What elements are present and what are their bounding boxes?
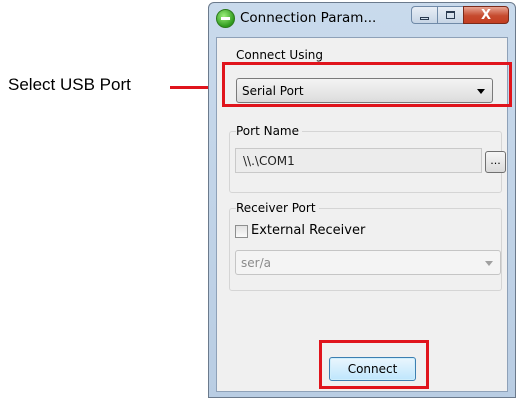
minimize-icon [420,16,429,20]
select-usb-port-callout: Select USB Port [8,75,131,94]
close-icon: X [480,7,492,23]
external-receiver-checkbox[interactable] [235,225,248,238]
highlight-connect-button [319,340,429,389]
chevron-down-icon [485,261,493,266]
browse-button[interactable]: ... [485,151,506,173]
port-name-value: \\.\COM1 [243,154,295,168]
app-icon [216,9,235,28]
highlight-connect-using [222,62,512,107]
receiver-port-dropdown[interactable]: ser/a [235,250,501,275]
maximize-icon [446,11,455,19]
external-receiver-label: External Receiver [251,223,366,238]
port-name-label: Port Name [236,124,303,138]
connect-using-label: Connect Using [236,48,324,62]
title-bar[interactable]: Connection Param... X [209,3,515,37]
window-title: Connection Param... [240,10,377,26]
close-button[interactable]: X [463,6,509,24]
minimize-button[interactable] [411,6,437,24]
port-name-field[interactable]: \\.\COM1 [235,148,482,173]
maximize-button[interactable] [437,6,463,24]
receiver-port-label: Receiver Port [236,201,319,215]
receiver-port-value: ser/a [241,256,271,270]
window-controls: X [411,6,509,24]
